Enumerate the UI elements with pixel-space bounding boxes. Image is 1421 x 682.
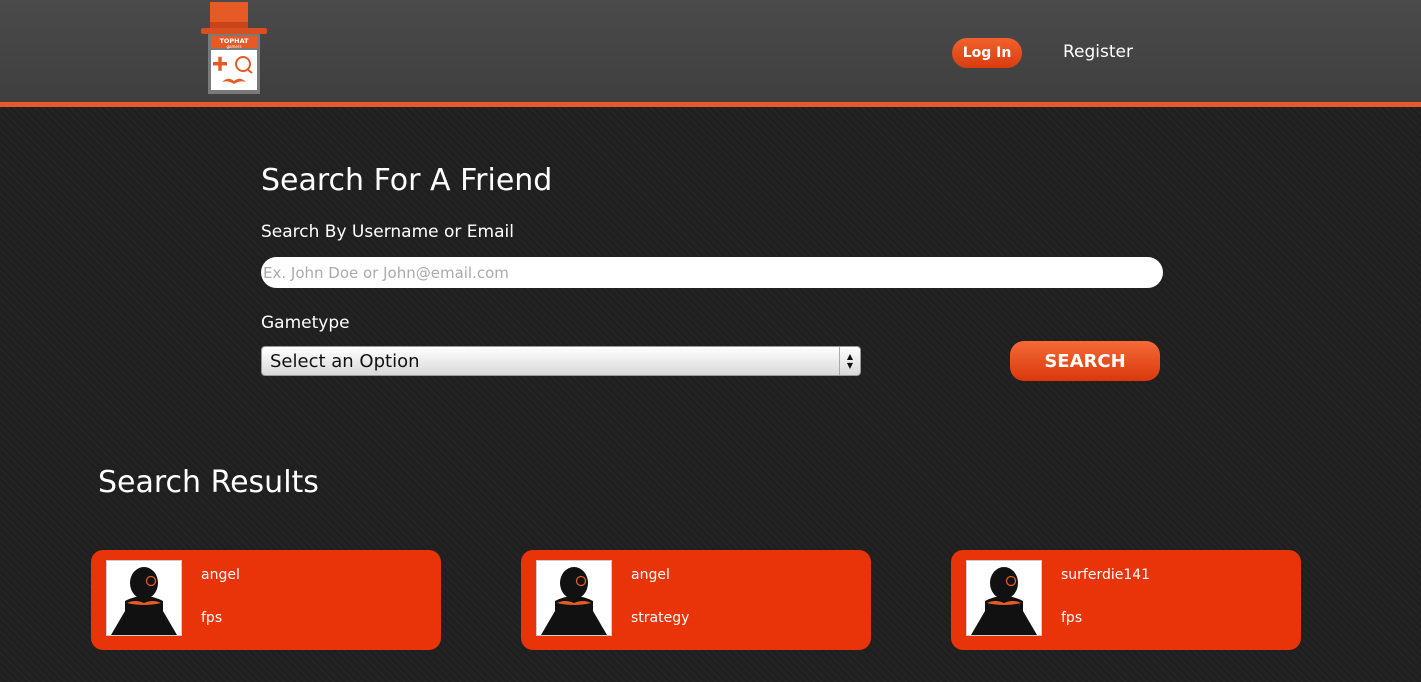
result-gametype: strategy — [631, 610, 690, 626]
avatar — [106, 560, 182, 636]
login-button[interactable]: Log In — [952, 38, 1022, 68]
gametype-label: Gametype — [261, 313, 350, 333]
user-silhouette-icon — [971, 567, 1037, 635]
result-gametype: fps — [1061, 610, 1083, 626]
username-email-input[interactable] — [261, 257, 1163, 288]
search-button[interactable]: SEARCH — [1010, 341, 1160, 381]
gametype-selected-value: Select an Option — [270, 350, 420, 372]
page: TOPHAT gamers Log In Register Search For… — [0, 0, 1421, 682]
results-title: Search Results — [98, 465, 319, 500]
result-username: surferdie141 — [1061, 567, 1151, 583]
result-card[interactable]: surferdie141 fps — [951, 550, 1301, 650]
logo-subtext: gamers — [226, 44, 241, 49]
select-arrows-icon: ▲ ▼ — [839, 347, 860, 375]
result-card[interactable]: angel strategy — [521, 550, 871, 650]
tophat-logo[interactable]: TOPHAT gamers — [198, 2, 270, 96]
header-bar: TOPHAT gamers Log In Register — [0, 0, 1421, 107]
avatar — [966, 560, 1042, 636]
result-card[interactable]: angel fps — [91, 550, 441, 650]
register-link[interactable]: Register — [1063, 42, 1133, 62]
username-email-label: Search By Username or Email — [261, 222, 514, 242]
result-username: angel — [201, 567, 240, 583]
search-title: Search For A Friend — [261, 163, 553, 198]
result-username: angel — [631, 567, 670, 583]
gametype-select[interactable]: Select an Option ▲ ▼ — [261, 346, 861, 376]
user-silhouette-icon — [541, 567, 607, 635]
avatar — [536, 560, 612, 636]
result-gametype: fps — [201, 610, 223, 626]
user-silhouette-icon — [111, 567, 177, 635]
